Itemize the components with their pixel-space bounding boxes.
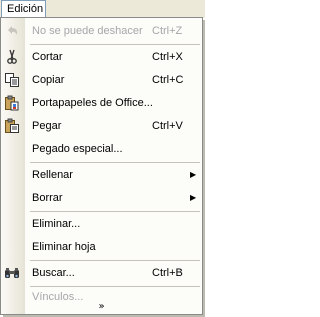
shortcut-text: Ctrl+C [152, 74, 184, 86]
expand-menu-chevron-icon[interactable]: » [1, 300, 202, 314]
menu-item-office-clipboard[interactable]: Portapapeles de Office... [1, 92, 202, 114]
menu-item-clear[interactable]: Borrar ▶ [1, 187, 202, 209]
clipboard-icon [4, 95, 20, 111]
separator [30, 162, 200, 163]
menu-item-label: Copiar [32, 74, 65, 86]
separator [30, 260, 200, 261]
shortcut-text: Ctrl+B [152, 267, 183, 279]
scissors-icon [4, 49, 20, 65]
edit-menu: No se puede deshacer Ctrl+Z Cortar Ctrl+… [0, 17, 203, 315]
menu-item-delete-sheet[interactable]: Eliminar hoja [1, 236, 202, 258]
menu-title-edicion[interactable]: Edición [1, 0, 46, 17]
menu-item-undo[interactable]: No se puede deshacer Ctrl+Z [1, 20, 202, 42]
shortcut-text: Ctrl+X [152, 51, 183, 63]
submenu-arrow-icon: ▶ [190, 170, 197, 179]
paste-icon [4, 118, 20, 134]
menu-item-delete[interactable]: Eliminar... [1, 213, 202, 235]
menu-item-label: Eliminar hoja [32, 241, 96, 253]
menu-item-cut[interactable]: Cortar Ctrl+X [1, 46, 202, 68]
menu-item-fill[interactable]: Rellenar ▶ [1, 164, 202, 186]
menu-item-label: Pegado especial... [32, 143, 123, 155]
menu-item-label: Pegar [32, 120, 62, 132]
menu-item-label: Portapapeles de Office... [32, 97, 153, 109]
menu-item-label: Eliminar... [32, 218, 81, 230]
undo-icon [4, 23, 20, 39]
menu-item-paste-special[interactable]: Pegado especial... [1, 138, 202, 160]
menu-shadow [203, 20, 205, 317]
menu-item-label: Borrar [32, 192, 63, 204]
menu-item-label: Cortar [32, 51, 63, 63]
menu-item-label: Buscar... [32, 267, 75, 279]
binoculars-icon [4, 265, 20, 281]
menubar: Edición [0, 0, 205, 18]
menu-item-label: Rellenar [32, 169, 73, 181]
shortcut-text: Ctrl+Z [152, 25, 183, 37]
separator [30, 44, 200, 45]
menu-item-copy[interactable]: Copiar Ctrl+C [1, 69, 202, 91]
separator [30, 211, 200, 212]
submenu-arrow-icon: ▶ [190, 193, 197, 202]
menu-item-label: No se puede deshacer [32, 25, 143, 37]
copy-icon [4, 72, 20, 88]
menu-item-paste[interactable]: Pegar Ctrl+V [1, 115, 202, 137]
menu-item-find[interactable]: Buscar... Ctrl+B [1, 262, 202, 284]
shortcut-text: Ctrl+V [152, 120, 183, 132]
